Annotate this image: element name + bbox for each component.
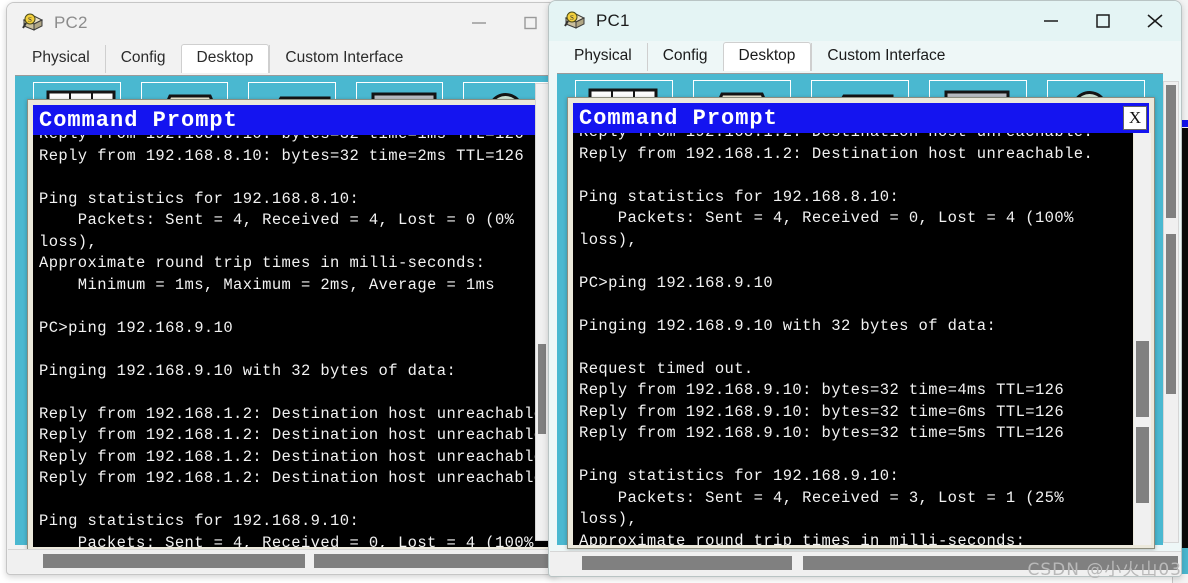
pc1-hscroll-thumb-left[interactable]: [582, 556, 792, 570]
pc1-terminal-text: Reply from 192.168.1.2: Destination host…: [579, 133, 1094, 545]
pc2-terminal-body[interactable]: Reply from 192.168.8.10: bytes=32 time=1…: [33, 135, 557, 547]
pc2-tabstrip[interactable]: Physical Config Desktop Custom Interface: [7, 43, 557, 73]
pc1-close-button[interactable]: [1129, 1, 1181, 41]
pc1-tabstrip[interactable]: Physical Config Desktop Custom Interface: [549, 41, 1181, 71]
pc1-window-controls[interactable]: [1025, 1, 1181, 41]
pc2-titlebar[interactable]: S PC2: [7, 3, 557, 43]
pc2-vscroll-thumb[interactable]: [538, 344, 546, 434]
pc2-cmd-title-text: Command Prompt: [39, 107, 238, 133]
pc1-titlebar[interactable]: S PC1: [549, 1, 1181, 41]
pc2-hscroll-thumb-right[interactable]: [314, 554, 554, 568]
pc2-terminal-text: Reply from 192.168.8.10: bytes=32 time=1…: [39, 135, 554, 547]
pc1-cmd-title-text: Command Prompt: [579, 105, 778, 131]
pc1-minimize-button[interactable]: [1025, 1, 1077, 41]
pc2-hscroll-thumb-left[interactable]: [43, 554, 305, 568]
svg-text:S: S: [570, 14, 574, 22]
pc1-terminal-vscroll-thumb-upper[interactable]: [1136, 341, 1149, 417]
pc1-cmd-close-button[interactable]: X: [1123, 106, 1147, 130]
csdn-watermark: CSDN @小火山03: [1027, 560, 1182, 580]
pc1-command-prompt-window[interactable]: Command Prompt X Reply from 192.168.1.2:…: [567, 97, 1155, 549]
pc1-vscroll-thumb-lower[interactable]: [1166, 234, 1176, 394]
pc1-cmd-titlebar[interactable]: Command Prompt X: [573, 103, 1149, 133]
pc2-tab-physical[interactable]: Physical: [17, 45, 105, 73]
pc1-tab-desktop[interactable]: Desktop: [722, 42, 812, 71]
window-pc2[interactable]: S PC2 Physical Config Desktop Custom Int…: [6, 2, 558, 575]
pc2-bottom-scrollbar-area[interactable]: [8, 549, 557, 573]
packet-tracer-icon: S: [21, 11, 45, 35]
pc1-window-title: PC1: [596, 11, 630, 30]
pc2-cmd-titlebar[interactable]: Command Prompt: [33, 105, 557, 135]
pc2-command-prompt-window[interactable]: Command Prompt Reply from 192.168.8.10: …: [27, 99, 557, 551]
pc2-window-title: PC2: [54, 13, 88, 32]
pc1-maximize-button[interactable]: [1077, 1, 1129, 41]
pc1-terminal-vscroll-thumb-lower[interactable]: [1136, 427, 1149, 503]
pc2-tab-config[interactable]: Config: [104, 45, 181, 73]
pc1-tab-config[interactable]: Config: [646, 43, 723, 71]
pc2-content-vertical-scrollbar[interactable]: [535, 83, 549, 541]
pc2-window-controls[interactable]: [453, 3, 557, 43]
pc1-tab-physical[interactable]: Physical: [559, 43, 647, 71]
pc1-terminal-body[interactable]: Reply from 192.168.1.2: Destination host…: [573, 133, 1133, 545]
window-pc1[interactable]: S PC1 Physical Config Desktop Custom Int…: [548, 0, 1182, 577]
pc1-vscroll-thumb-upper[interactable]: [1166, 85, 1176, 218]
svg-text:S: S: [28, 16, 32, 24]
pc1-terminal-vertical-scrollbar[interactable]: [1134, 133, 1151, 545]
pc2-tab-custom-interface[interactable]: Custom Interface: [269, 45, 418, 73]
pc1-content-vertical-scrollbar[interactable]: [1163, 81, 1179, 543]
packet-tracer-icon: S: [563, 9, 587, 33]
pc2-tab-desktop[interactable]: Desktop: [180, 44, 270, 73]
pc2-minimize-button[interactable]: [453, 3, 505, 43]
pc1-tab-custom-interface[interactable]: Custom Interface: [811, 43, 960, 71]
